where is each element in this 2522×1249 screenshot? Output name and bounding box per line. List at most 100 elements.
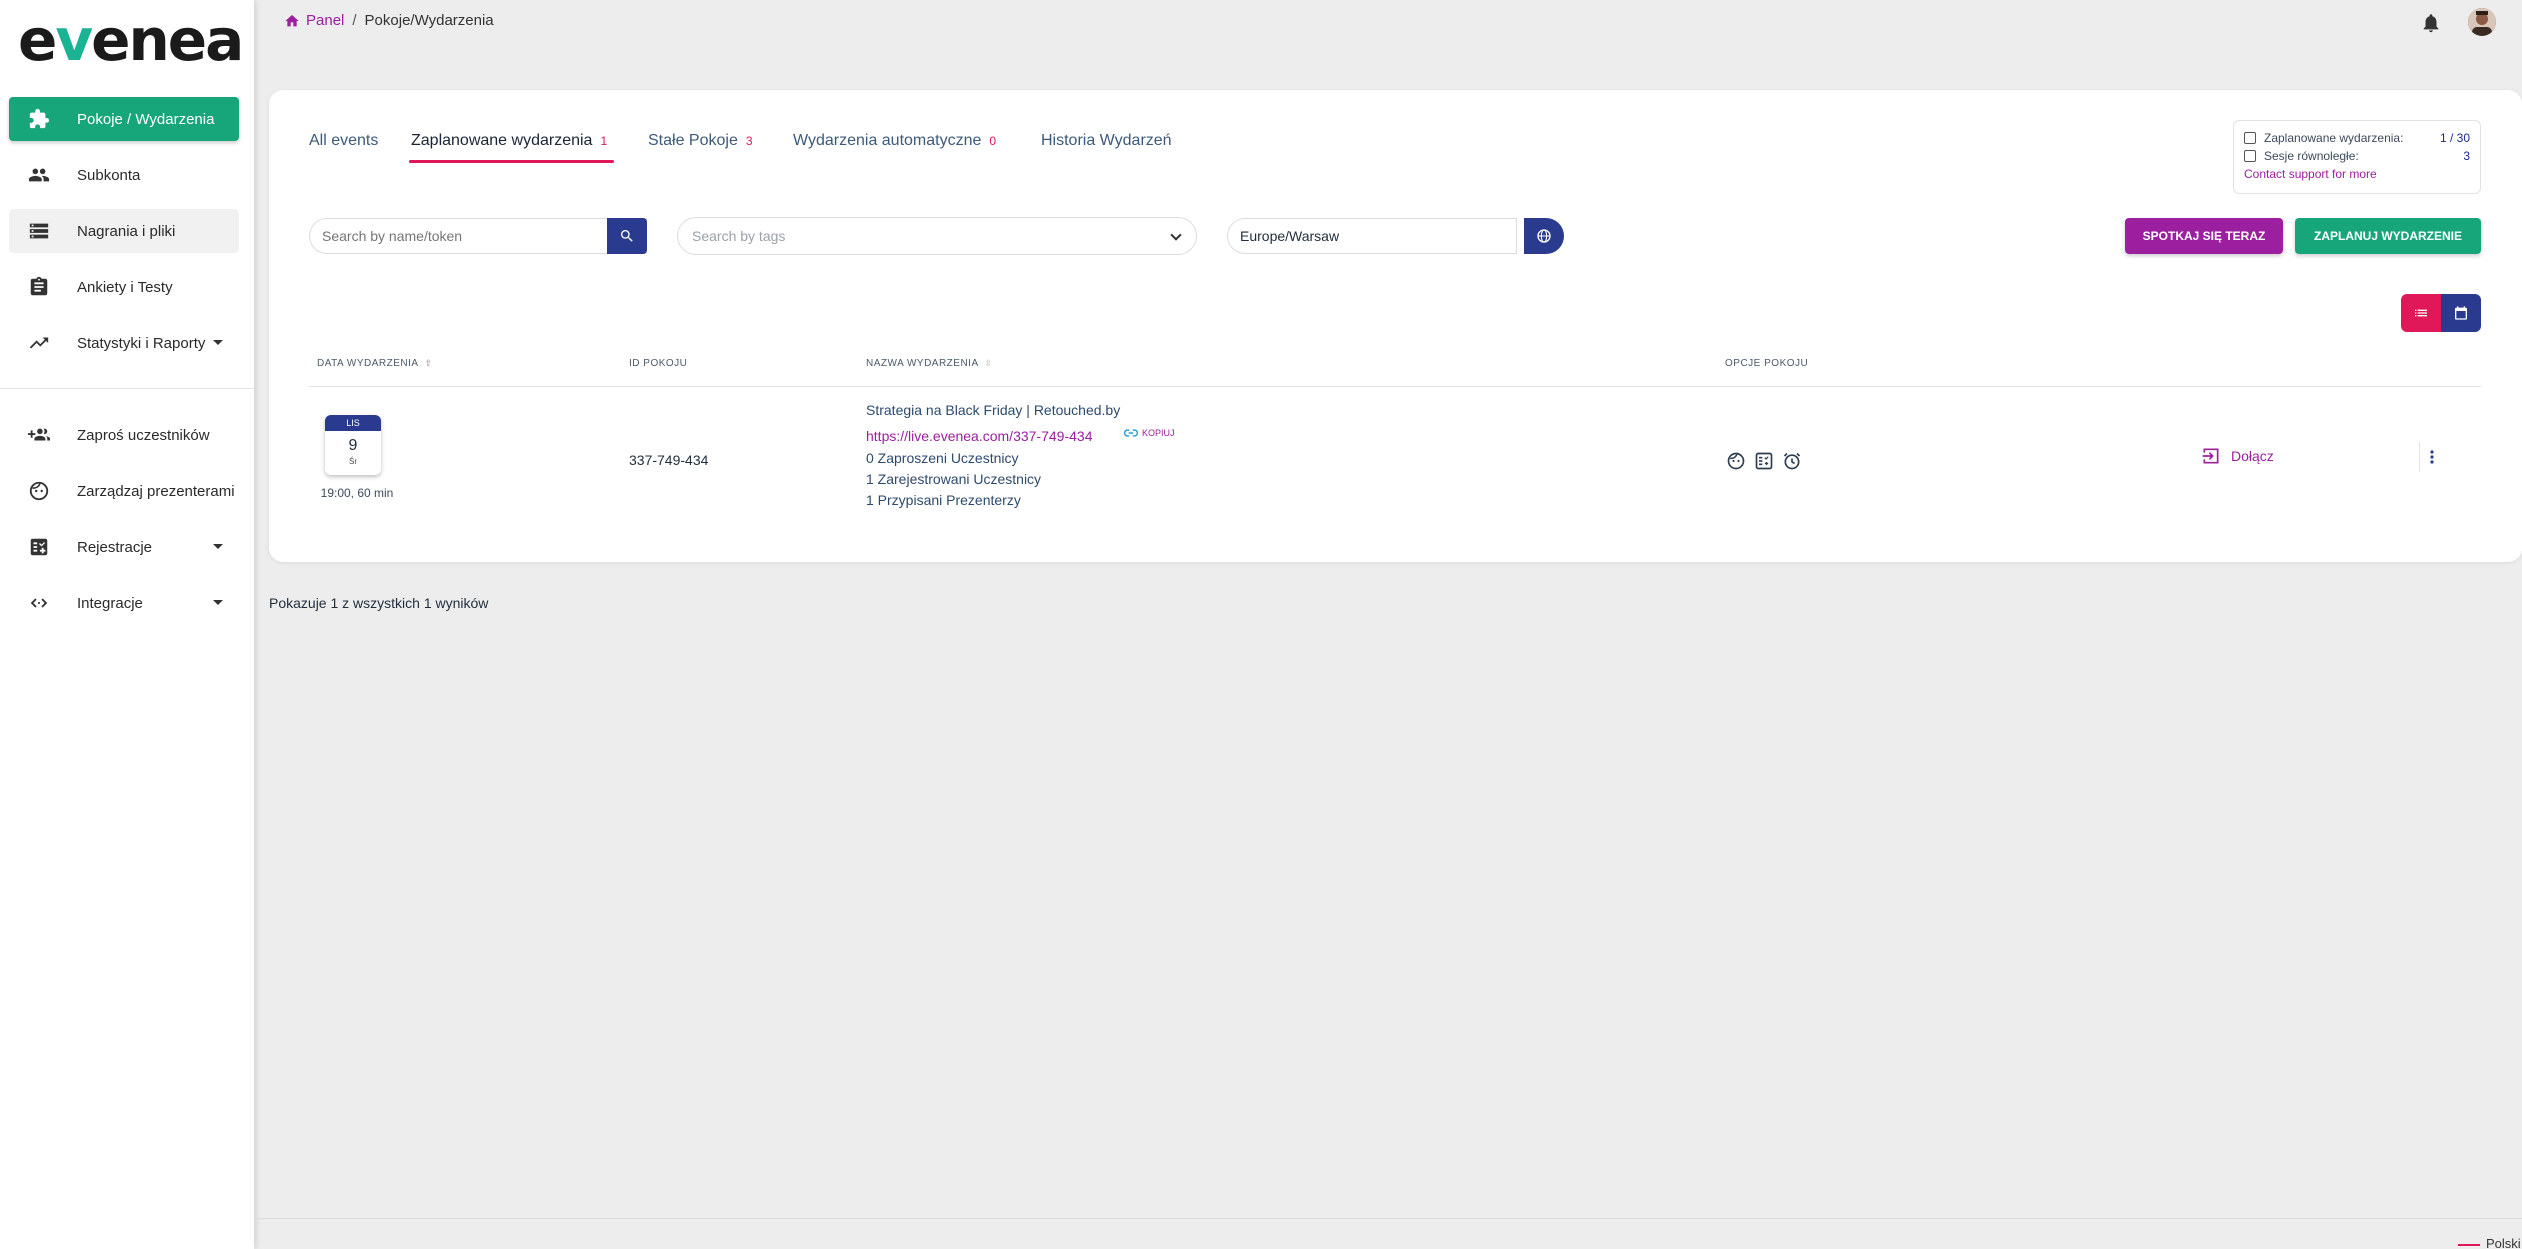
caret-down-icon (213, 544, 223, 549)
tags-select[interactable]: Search by tags (677, 217, 1197, 255)
timezone-button[interactable] (1524, 218, 1564, 254)
events-card: All events Zaplanowane wydarzenia 1 Stałe… (269, 90, 2522, 562)
event-name[interactable]: Strategia na Black Friday | Retouched.by (866, 402, 1120, 418)
timezone-input[interactable] (1228, 219, 1518, 253)
active-tab-indicator (409, 160, 614, 163)
sidebar-item-label: Ankiety i Testy (77, 278, 173, 296)
event-room-id: 337-749-434 (629, 452, 709, 468)
quota-scheduled-row: Zaplanowane wydarzenia: 1 / 30 (2244, 129, 2470, 147)
quota-box: Zaplanowane wydarzenia: 1 / 30 Sesje rów… (2233, 120, 2481, 194)
registered-participants[interactable]: 1 Zarejestrowani Uczestnicy (866, 471, 1041, 487)
event-link[interactable]: https://live.evenea.com/337-749-434 (866, 428, 1092, 444)
alarm-clock-icon[interactable] (1781, 450, 1803, 472)
tab-automatic-events[interactable]: Wydarzenia automatyczne 0 (793, 132, 996, 150)
copy-link-button[interactable]: KOPIUJ (1124, 428, 1175, 438)
enter-icon (2202, 448, 2219, 464)
add-group-icon (27, 423, 51, 447)
column-header-event-name[interactable]: NAZWA WYDARZENIA ⇳ (866, 358, 993, 369)
code-arrows-icon (27, 591, 51, 615)
sidebar-item-invite[interactable]: Zaproś uczestników (9, 413, 239, 457)
sidebar-item-registrations[interactable]: Rejestracje (9, 525, 239, 569)
schedule-event-button[interactable]: ZAPLANUJ WYDARZENIE (2295, 218, 2481, 254)
sidebar-item-label: Nagrania i pliki (77, 222, 176, 240)
assigned-presenters[interactable]: 1 Przypisani Prezenterzy (866, 492, 1021, 508)
list-view-toggle[interactable] (2401, 294, 2441, 332)
timezone-field (1227, 218, 1518, 254)
notification-bell-icon[interactable] (2420, 12, 2442, 34)
sidebar-item-presenters[interactable]: Zarządzaj prezenterami (9, 469, 239, 513)
sidebar-item-surveys[interactable]: Ankiety i Testy (9, 265, 239, 309)
column-header-room-id: ID POKOJU (629, 358, 688, 369)
search-input[interactable] (310, 219, 600, 253)
contact-support-link[interactable]: Contact support for more (2244, 167, 2470, 181)
meet-now-button[interactable]: SPOTKAJ SIĘ TERAZ (2125, 218, 2283, 254)
tags-placeholder: Search by tags (692, 228, 786, 244)
sidebar-item-statistics[interactable]: Statystyki i Raporty (9, 321, 239, 365)
footer-divider (254, 1218, 2522, 1219)
event-day: 9 (348, 437, 358, 454)
event-time: 19:00, 60 min (320, 486, 394, 500)
tab-event-history[interactable]: Historia Wydarzeń (1041, 132, 1172, 150)
home-icon (285, 14, 299, 26)
puzzle-icon (27, 107, 51, 131)
sidebar-divider (0, 388, 254, 389)
sidebar-item-recordings[interactable]: Nagrania i pliki (9, 209, 239, 253)
clipboard-icon (27, 275, 51, 299)
row-more-options-icon[interactable] (2419, 442, 2443, 472)
sidebar-item-label: Zarządzaj prezenterami (77, 482, 235, 500)
tab-all-events[interactable]: All events (309, 132, 378, 150)
sidebar-item-subaccounts[interactable]: Subkonta (9, 153, 239, 197)
sidebar: evenea Pokoje / Wydarzenia Subkonta Nagr… (0, 0, 254, 1249)
column-header-date[interactable]: DATA WYDARZENIA ⇧ (317, 358, 433, 369)
tab-scheduled-events[interactable]: Zaplanowane wydarzenia 1 (411, 132, 607, 150)
sidebar-item-label: Zaproś uczestników (77, 426, 210, 444)
join-button[interactable]: Dołącz (2201, 446, 2274, 466)
invited-participants[interactable]: 0 Zaproszeni Uczestnicy (866, 450, 1019, 466)
sort-icon: ⇳ (984, 358, 993, 368)
event-date-calendar-badge: LIS 9 Śr (325, 415, 381, 475)
sidebar-item-label: Pokoje / Wydarzenia (77, 110, 215, 128)
people-icon (27, 163, 51, 187)
caret-down-icon (213, 340, 223, 345)
globe-icon (1537, 229, 1551, 243)
calendar-view-toggle[interactable] (2441, 294, 2481, 332)
event-weekday: Śr (349, 457, 357, 466)
registration-form-icon[interactable] (1753, 450, 1775, 472)
copy-sessions-icon (2244, 150, 2256, 162)
tab-count-badge: 3 (745, 133, 753, 148)
presenter-face-icon[interactable] (1725, 450, 1747, 472)
event-month: LIS (325, 415, 381, 431)
table-header-divider (309, 386, 2481, 387)
sidebar-item-integrations[interactable]: Integracje (9, 581, 239, 625)
form-icon (27, 535, 51, 559)
language-flag (2458, 1244, 2480, 1246)
user-avatar[interactable] (2468, 8, 2496, 36)
sidebar-item-rooms-events[interactable]: Pokoje / Wydarzenia (9, 97, 239, 141)
language-selector[interactable]: Polski (2486, 1236, 2521, 1249)
sidebar-item-label: Rejestracje (77, 538, 153, 556)
tab-count-badge: 0 (989, 133, 997, 148)
search-field (309, 218, 647, 254)
quota-parallel-row: Sesje równoległe: 3 (2244, 147, 2470, 165)
tab-count-badge: 1 (600, 133, 608, 148)
sidebar-item-label: Statystyki i Raporty (77, 334, 206, 352)
chevron-down-icon (1170, 229, 1182, 241)
search-icon (621, 230, 633, 242)
storage-icon (27, 219, 51, 243)
evenea-logo[interactable]: evenea (18, 10, 244, 70)
trending-icon (27, 331, 51, 355)
column-header-room-options: OPCJE POKOJU (1725, 358, 1809, 369)
calendar-check-icon (2244, 132, 2256, 144)
breadcrumb-current: Pokoje/Wydarzenia (364, 12, 494, 29)
sort-asc-icon: ⇧ (424, 358, 433, 368)
search-button[interactable] (607, 218, 647, 254)
sidebar-item-label: Subkonta (77, 166, 141, 184)
breadcrumb-separator: / (352, 12, 357, 29)
tab-permanent-rooms[interactable]: Stałe Pokoje 3 (648, 132, 753, 150)
breadcrumb-home-link[interactable]: Panel (284, 12, 344, 29)
caret-down-icon (213, 600, 223, 605)
face-icon (27, 479, 51, 503)
room-options (1725, 450, 1803, 472)
list-icon (2415, 309, 2427, 317)
sidebar-item-label: Integracje (77, 594, 143, 612)
